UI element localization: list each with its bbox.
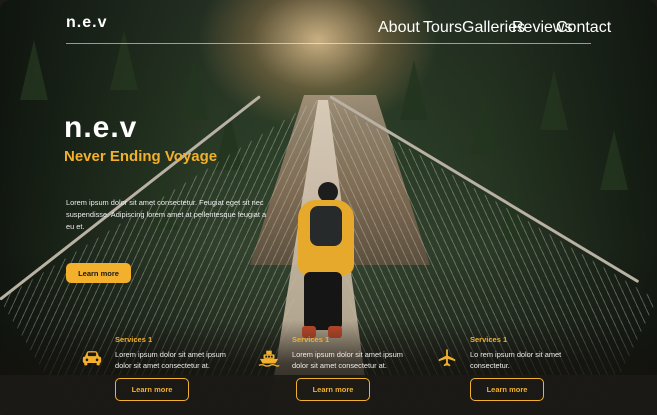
- hero-learn-more-button[interactable]: Learn more: [66, 263, 131, 283]
- service-card-1: Services 1 Lorem ipsum dolor sit amet ip…: [81, 334, 231, 374]
- airplane-icon: [438, 349, 456, 367]
- service-title: Services 1: [470, 335, 508, 344]
- car-icon: [82, 351, 102, 366]
- service-3-learn-more-button[interactable]: Learn more: [470, 378, 544, 401]
- hiker: [290, 180, 360, 340]
- service-card-3: Services 1 Lo rem ipsum dolor sit amet c…: [436, 334, 586, 374]
- hero-description: Lorem ipsum dolor sit amet consectetur. …: [66, 198, 267, 231]
- tree: [180, 60, 208, 120]
- service-title: Services 1: [292, 335, 330, 344]
- service-1-learn-more-button[interactable]: Learn more: [115, 378, 189, 401]
- service-text: Lo rem ipsum dolor sit amet consectetur.: [470, 350, 562, 370]
- service-text: Lorem ipsum dolor sit amet ipsum dolor s…: [292, 350, 403, 370]
- tree: [20, 40, 48, 100]
- service-title: Services 1: [115, 335, 153, 344]
- hero-section: n.e.v About Tours Galleries Reviews Cont…: [0, 0, 657, 415]
- nav-about[interactable]: About: [378, 19, 420, 37]
- tree: [600, 130, 628, 190]
- header-divider: [66, 43, 591, 44]
- boat-icon: [258, 350, 280, 367]
- tree: [400, 60, 428, 120]
- tree: [110, 30, 138, 90]
- hero-title: n.e.v: [64, 111, 138, 144]
- nav-contact[interactable]: Contact: [556, 19, 611, 37]
- service-2-learn-more-button[interactable]: Learn more: [296, 378, 370, 401]
- tree: [540, 70, 568, 130]
- tree: [470, 95, 498, 155]
- hero-subtitle: Never Ending Voyage: [64, 148, 218, 165]
- service-text: Lorem ipsum dolor sit amet ipsum dolor s…: [115, 350, 226, 370]
- service-card-2: Services 1 Lorem ipsum dolor sit amet ip…: [258, 334, 408, 374]
- nav-tours[interactable]: Tours: [423, 19, 462, 37]
- logo[interactable]: n.e.v: [66, 14, 107, 32]
